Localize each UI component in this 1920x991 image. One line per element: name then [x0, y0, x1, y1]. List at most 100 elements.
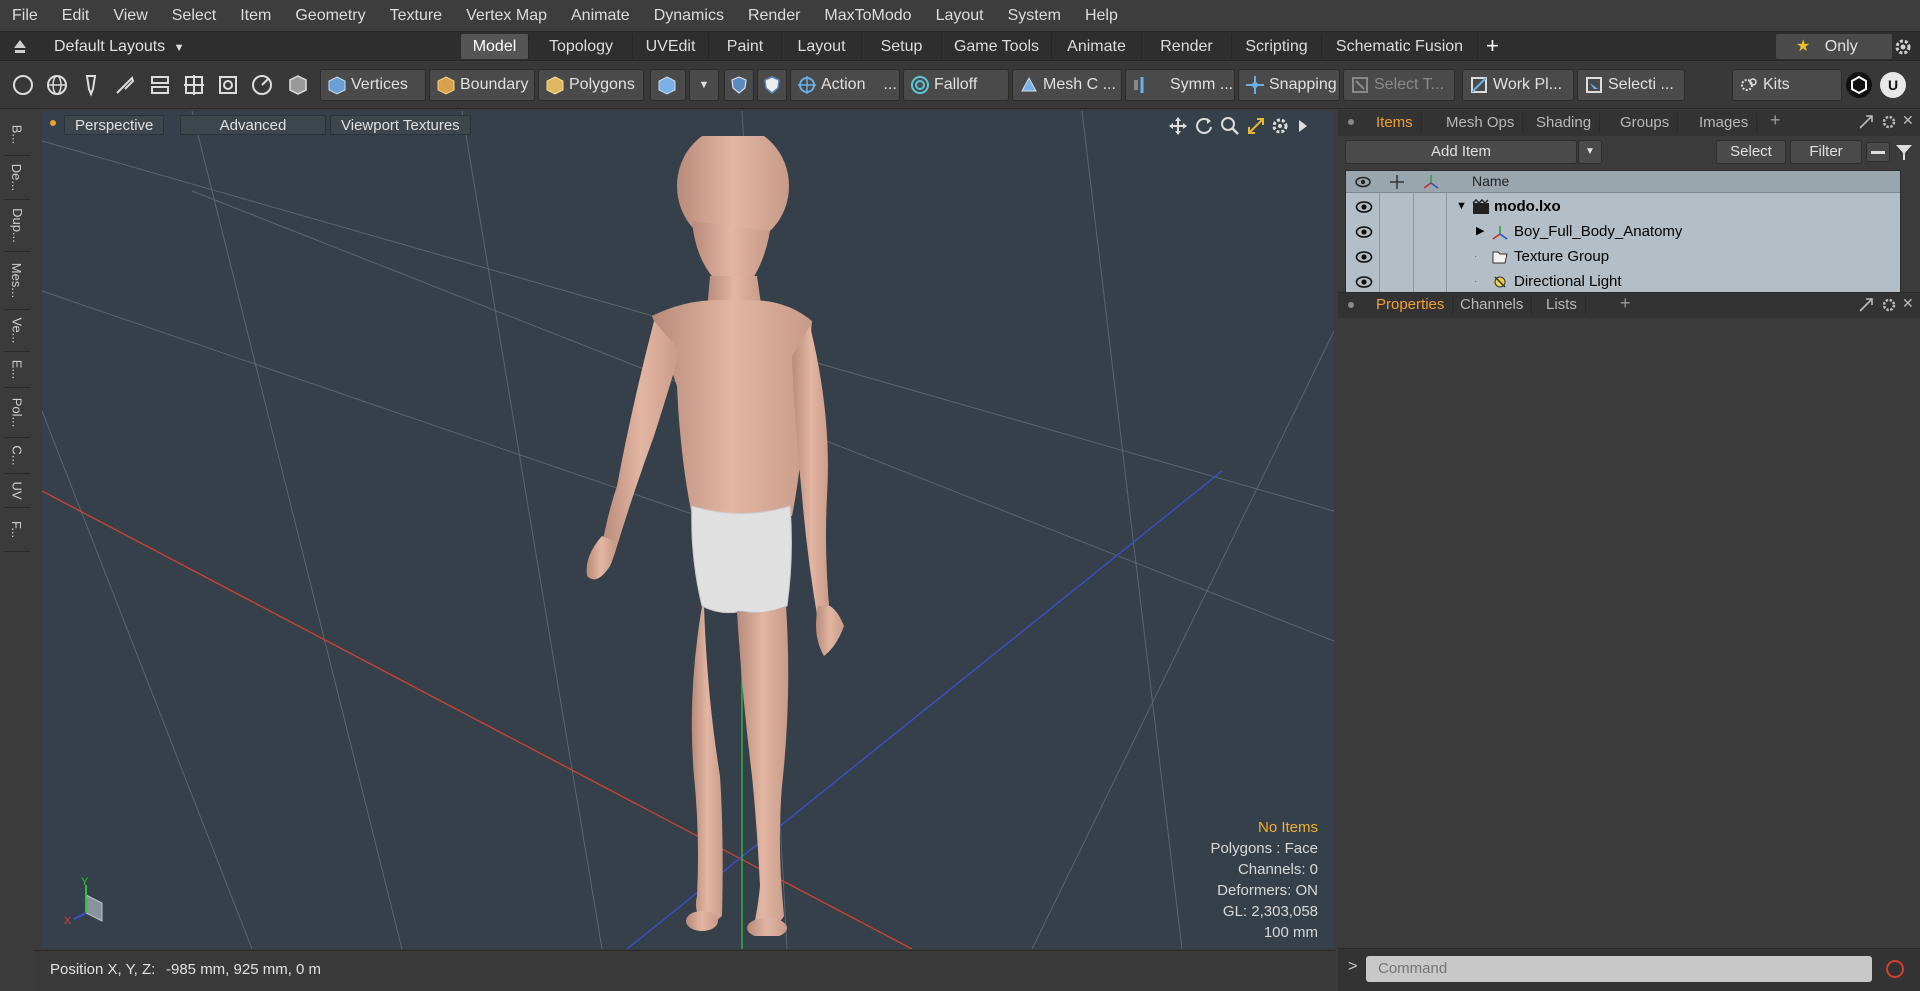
properties-gear-icon[interactable]: [1880, 296, 1898, 314]
add-item-dropdown[interactable]: ▼: [1578, 140, 1602, 164]
shield-select-button[interactable]: [724, 69, 754, 101]
pan-icon[interactable]: [1168, 116, 1188, 136]
vertices-button[interactable]: Vertices: [320, 69, 426, 101]
action-center-button[interactable]: Action ...: [790, 69, 900, 101]
left-tab-uv[interactable]: UV: [4, 474, 30, 508]
tab-topology[interactable]: Topology: [530, 34, 633, 59]
perspective-tab[interactable]: Perspective: [64, 115, 165, 135]
command-input[interactable]: [1366, 956, 1872, 982]
select-through-button[interactable]: Select T...: [1343, 69, 1455, 101]
list-item-modo-lxo[interactable]: ▼ modo.lxo: [1346, 194, 1902, 219]
viewport-menu-dot[interactable]: [50, 120, 56, 126]
panel-maximize-icon[interactable]: [1858, 114, 1874, 130]
properties-maximize-icon[interactable]: [1858, 297, 1874, 313]
snapping-button[interactable]: Snapping: [1238, 69, 1340, 101]
menu-animate[interactable]: Animate: [559, 0, 642, 31]
tab-scripting[interactable]: Scripting: [1232, 34, 1322, 59]
properties-menu-dot[interactable]: [1348, 302, 1354, 308]
rotate-circle-icon[interactable]: [247, 70, 277, 100]
tab-render[interactable]: Render: [1142, 34, 1232, 59]
falloff-button[interactable]: Falloff: [903, 69, 1009, 101]
boundary-button[interactable]: Boundary: [429, 69, 535, 101]
menu-view[interactable]: View: [101, 0, 159, 31]
symmetry-button[interactable]: Symm ...: [1125, 69, 1235, 101]
menu-help[interactable]: Help: [1073, 0, 1130, 31]
circle-select-icon[interactable]: [8, 70, 38, 100]
layout-selector[interactable]: Default Layouts ▼: [54, 36, 185, 58]
panel-close-icon[interactable]: ✕: [1902, 112, 1914, 129]
left-tab-basic[interactable]: B...: [4, 114, 30, 156]
tab-groups[interactable]: Groups: [1612, 113, 1679, 133]
menu-render[interactable]: Render: [736, 0, 812, 31]
menu-dynamics[interactable]: Dynamics: [642, 0, 736, 31]
unity-icon[interactable]: [1844, 70, 1874, 100]
menu-file[interactable]: File: [0, 0, 50, 31]
maximize-icon[interactable]: [1246, 116, 1266, 136]
tab-animate[interactable]: Animate: [1052, 34, 1142, 59]
mode-dropdown[interactable]: ▼: [689, 69, 719, 101]
menu-geometry[interactable]: Geometry: [283, 0, 377, 31]
collapse-triangle-icon[interactable]: ▼: [1456, 194, 1467, 219]
align-icon[interactable]: [145, 70, 175, 100]
funnel-filter-icon[interactable]: [1894, 142, 1914, 162]
tab-items[interactable]: Items: [1368, 113, 1422, 133]
boy-character-model[interactable]: [562, 136, 932, 936]
selection-sets-button[interactable]: Selecti ...: [1577, 69, 1685, 101]
filter-button[interactable]: Filter: [1790, 140, 1862, 164]
add-item-button[interactable]: Add Item: [1345, 140, 1577, 164]
tab-schematic-fusion[interactable]: Schematic Fusion: [1322, 34, 1478, 59]
visibility-eye-icon[interactable]: [1354, 197, 1374, 217]
shield-mask-button[interactable]: [757, 69, 787, 101]
left-tab-edge[interactable]: E...: [4, 352, 30, 388]
add-panel-tab-button[interactable]: +: [1770, 110, 1781, 131]
left-tab-vertex[interactable]: Ve...: [4, 310, 30, 352]
menu-system[interactable]: System: [996, 0, 1073, 31]
add-properties-tab-button[interactable]: +: [1620, 293, 1631, 314]
visibility-eye-icon[interactable]: [1354, 247, 1374, 267]
menu-maxtomodo[interactable]: MaxToModo: [812, 0, 923, 31]
zoom-icon[interactable]: [1220, 116, 1240, 136]
cube-icon[interactable]: [283, 70, 313, 100]
pen-icon[interactable]: [76, 70, 106, 100]
list-item-directional-light[interactable]: · Directional Light: [1346, 269, 1902, 294]
tab-model[interactable]: Model: [461, 34, 529, 59]
viewport-gear-icon[interactable]: [1270, 116, 1290, 136]
item-mode-button[interactable]: [650, 69, 686, 101]
kits-button[interactable]: Kits: [1732, 69, 1842, 101]
grid-move-icon[interactable]: [179, 70, 209, 100]
brush-icon[interactable]: [110, 70, 140, 100]
menu-vertex-map[interactable]: Vertex Map: [454, 0, 559, 31]
viewport-textures-tab[interactable]: Viewport Textures: [330, 115, 471, 135]
frame-icon[interactable]: [213, 70, 243, 100]
left-tab-polygon[interactable]: Pol...: [4, 388, 30, 438]
collapse-all-icon[interactable]: [1866, 142, 1890, 162]
list-item-boy-mesh[interactable]: ▶ Boy_Full_Body_Anatomy: [1346, 219, 1902, 244]
tab-shading[interactable]: Shading: [1528, 113, 1601, 133]
select-button[interactable]: Select: [1716, 140, 1786, 164]
3d-viewport[interactable]: Perspective Advanced Viewport Textures N…: [42, 111, 1334, 949]
expand-triangle-icon[interactable]: ▶: [1476, 219, 1484, 244]
left-tab-deform[interactable]: De...: [4, 156, 30, 200]
menu-select[interactable]: Select: [160, 0, 228, 31]
polygons-button[interactable]: Polygons: [538, 69, 644, 101]
list-item-texture-group[interactable]: · Texture Group: [1346, 244, 1902, 269]
tab-channels[interactable]: Channels: [1452, 295, 1533, 315]
only-toggle[interactable]: ★ Only: [1776, 34, 1892, 59]
tab-lists[interactable]: Lists: [1538, 295, 1586, 315]
work-plane-button[interactable]: Work Pl...: [1462, 69, 1574, 101]
tab-images[interactable]: Images: [1691, 113, 1758, 133]
menu-edit[interactable]: Edit: [50, 0, 102, 31]
tab-layout[interactable]: Layout: [782, 34, 862, 59]
menu-item[interactable]: Item: [228, 0, 283, 31]
menu-texture[interactable]: Texture: [378, 0, 454, 31]
menu-layout[interactable]: Layout: [924, 0, 996, 31]
globe-icon[interactable]: [42, 70, 72, 100]
mesh-constraint-button[interactable]: Mesh C ...: [1012, 69, 1122, 101]
record-macro-icon[interactable]: [1884, 958, 1906, 980]
collapse-arrow-icon[interactable]: [12, 37, 28, 55]
visibility-eye-icon[interactable]: [1354, 272, 1374, 292]
advanced-tab[interactable]: Advanced: [180, 115, 326, 135]
add-tab-button[interactable]: +: [1486, 33, 1499, 59]
left-tab-duplicate[interactable]: Dup...: [4, 200, 30, 252]
expand-arrow-icon[interactable]: [1296, 118, 1310, 134]
